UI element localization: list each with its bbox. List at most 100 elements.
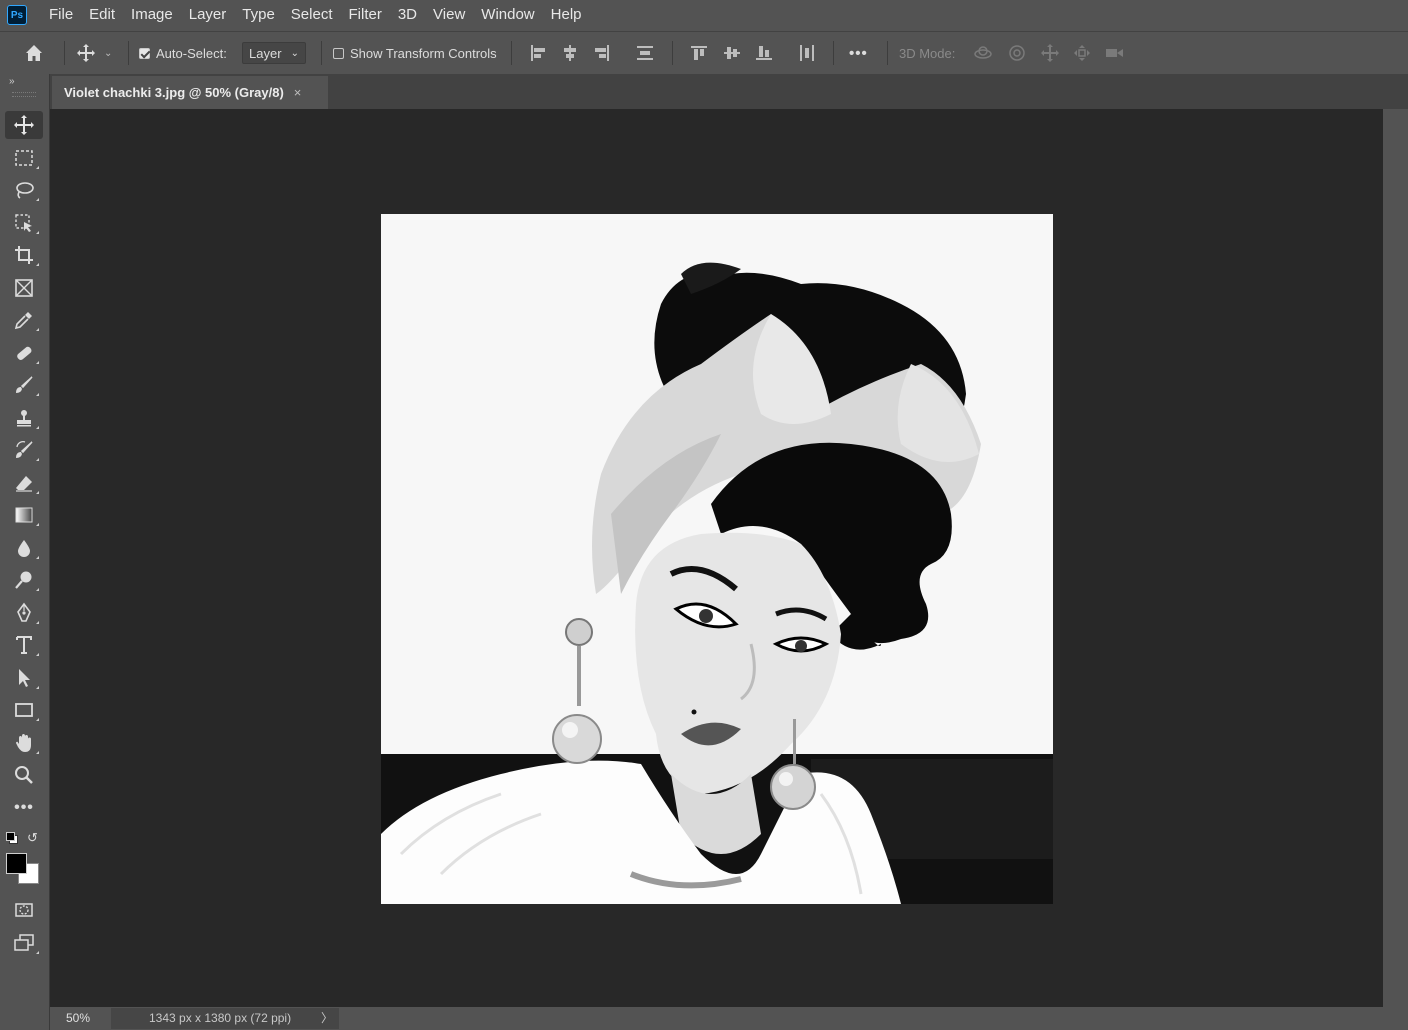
healing-brush-tool[interactable]: [5, 339, 43, 367]
rectangular-marquee-tool[interactable]: [5, 144, 43, 172]
menu-layer[interactable]: Layer: [181, 0, 235, 30]
clone-stamp-tool[interactable]: [5, 404, 43, 432]
rectangle-icon: [15, 703, 33, 717]
roll-3d-icon: [1007, 43, 1027, 63]
zoom-level[interactable]: 50%: [66, 1011, 90, 1025]
auto-select-checkbox[interactable]: Auto-Select:: [139, 32, 227, 74]
swap-colors-icon[interactable]: ↺: [27, 830, 38, 846]
more-options-icon: •••: [849, 44, 868, 62]
align-right-icon: [592, 43, 612, 63]
align-left-icon: [528, 43, 548, 63]
eraser-tool[interactable]: [5, 469, 43, 497]
dodge-tool[interactable]: [5, 566, 43, 594]
menu-type[interactable]: Type: [234, 0, 283, 30]
water-drop-icon: [18, 540, 30, 557]
chevron-down-icon: ⌄: [290, 47, 299, 59]
brush-tool[interactable]: [5, 371, 43, 399]
align-vertical-centers-button[interactable]: [722, 32, 742, 74]
menu-image[interactable]: Image: [123, 0, 181, 30]
bandage-icon: [17, 346, 32, 360]
chevron-right-icon[interactable]: 〉: [321, 1008, 333, 1029]
hand-icon: [16, 734, 31, 752]
history-brush-icon: [16, 441, 33, 458]
roll-3d-button[interactable]: [1007, 32, 1027, 74]
home-button[interactable]: [24, 32, 44, 74]
menu-edit[interactable]: Edit: [81, 0, 123, 30]
dodge-icon: [15, 571, 32, 589]
zoom-tool[interactable]: [5, 761, 43, 789]
auto-select-label: Auto-Select:: [156, 45, 227, 61]
move-tool[interactable]: [5, 111, 43, 139]
rectangle-tool[interactable]: [5, 696, 43, 724]
path-selection-tool[interactable]: [5, 664, 43, 692]
edit-toolbar-button[interactable]: •••: [5, 794, 43, 822]
menu-file[interactable]: File: [41, 0, 81, 30]
align-top-edges-button[interactable]: [689, 32, 709, 74]
crop-tool[interactable]: [5, 241, 43, 269]
blur-tool[interactable]: [5, 534, 43, 562]
menu-bar: Ps File Edit Image Layer Type Select Fil…: [0, 0, 1408, 30]
document-info[interactable]: 1343 px x 1380 px (72 ppi) 〉: [111, 1008, 339, 1029]
align-left-edges-button[interactable]: [528, 32, 548, 74]
distribute-horizontal-button[interactable]: [797, 32, 817, 74]
menu-view[interactable]: View: [425, 0, 473, 30]
default-colors-icon[interactable]: [6, 832, 18, 844]
pen-icon: [17, 602, 31, 622]
quick-mask-icon: [15, 903, 33, 917]
eyedropper-icon: [14, 312, 32, 330]
distribute-vertical-icon: [635, 43, 655, 63]
collapse-panel-icon[interactable]: »: [9, 76, 15, 87]
more-options-button[interactable]: •••: [849, 32, 868, 74]
separator: [321, 41, 322, 65]
align-bottom-edges-button[interactable]: [754, 32, 774, 74]
frame-tool[interactable]: [5, 274, 43, 302]
align-horizontal-centers-button[interactable]: [560, 32, 580, 74]
pan-3d-button[interactable]: [1040, 32, 1060, 74]
hand-tool[interactable]: [5, 729, 43, 757]
object-selection-icon: [15, 214, 32, 232]
menu-select[interactable]: Select: [283, 0, 341, 30]
menu-filter[interactable]: Filter: [341, 0, 390, 30]
frame-icon: [15, 279, 33, 297]
separator: [833, 41, 834, 65]
screen-mode-button[interactable]: [5, 929, 43, 957]
menu-window[interactable]: Window: [473, 0, 542, 30]
align-right-edges-button[interactable]: [592, 32, 612, 74]
type-tool[interactable]: [5, 631, 43, 659]
chevron-down-icon: ⌄: [104, 47, 113, 59]
scale-3d-button[interactable]: [1104, 32, 1124, 74]
foreground-color-swatch[interactable]: [6, 853, 27, 874]
distribute-vertical-button[interactable]: [635, 32, 655, 74]
close-icon[interactable]: ×: [294, 85, 302, 100]
separator: [64, 41, 65, 65]
object-selection-tool[interactable]: [5, 209, 43, 237]
history-brush-tool[interactable]: [5, 436, 43, 464]
menu-3d[interactable]: 3D: [390, 0, 425, 30]
gradient-icon: [15, 507, 33, 523]
lasso-tool[interactable]: [5, 176, 43, 204]
tool-preset-picker[interactable]: ⌄: [76, 32, 112, 74]
pen-tool[interactable]: [5, 599, 43, 627]
show-transform-controls-checkbox[interactable]: Show Transform Controls: [333, 32, 497, 74]
eyedropper-tool[interactable]: [5, 306, 43, 334]
eraser-icon: [16, 476, 32, 492]
document-tab-bar: Violet chachki 3.jpg @ 50% (Gray/8) ×: [50, 74, 1408, 109]
document-tab[interactable]: Violet chachki 3.jpg @ 50% (Gray/8) ×: [52, 76, 328, 109]
align-middle-icon: [722, 43, 742, 63]
type-icon: [16, 636, 32, 654]
slide-3d-button[interactable]: [1072, 32, 1092, 74]
tools-panel: » ••• ↺: [0, 74, 50, 1030]
crop-icon: [15, 246, 33, 264]
orbit-3d-icon: [973, 43, 993, 63]
orbit-3d-button[interactable]: [973, 32, 993, 74]
vertical-scrollbar[interactable]: [1383, 109, 1408, 1030]
gradient-tool[interactable]: [5, 501, 43, 529]
auto-select-target-dropdown[interactable]: Layer ⌄: [242, 32, 306, 74]
move-icon: [14, 115, 34, 135]
menu-help[interactable]: Help: [543, 0, 590, 30]
panel-grip[interactable]: [12, 92, 36, 97]
path-selection-icon: [19, 669, 30, 687]
document-image[interactable]: [381, 214, 1053, 904]
quick-mask-button[interactable]: [5, 896, 43, 924]
slide-3d-icon: [1072, 43, 1092, 63]
